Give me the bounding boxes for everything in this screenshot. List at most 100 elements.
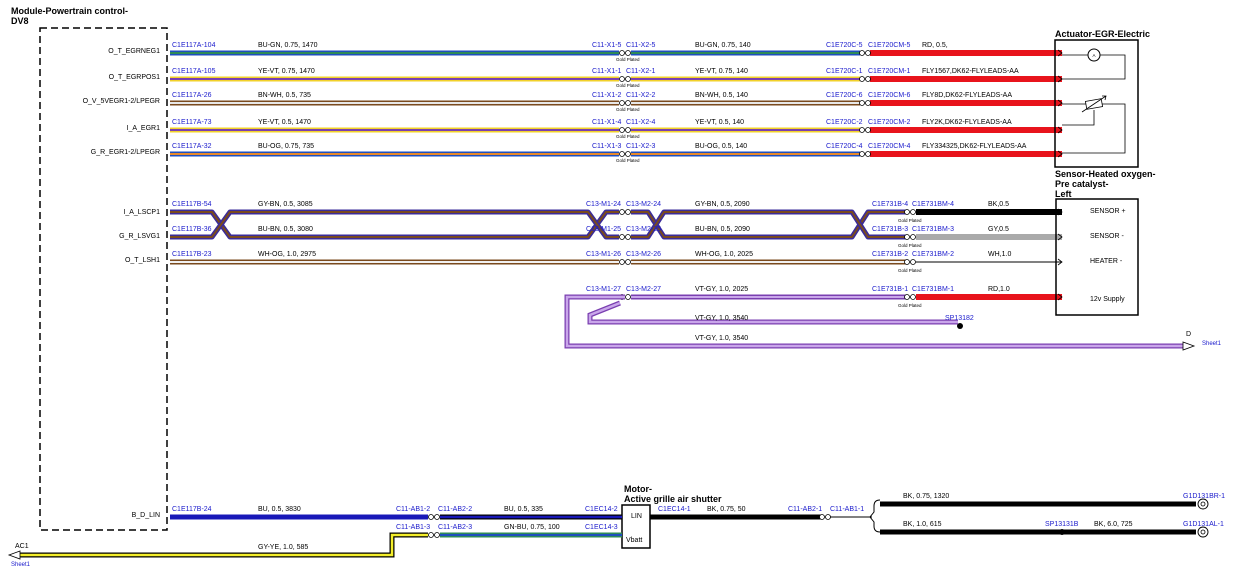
egr-circuit-row: C1E117A-105 YE-VT, 0.75, 1470 C11-X1-1 C11-… <box>170 68 1063 88</box>
egr-pcm-connector: C1E117A-73 <box>172 119 212 126</box>
connector-pin-icon <box>859 151 865 157</box>
egr-fly-lead-label: RD, 0.5, <box>922 42 948 49</box>
wiring-diagram: Module-Powertrain control- DV8 O_T_EGRNE… <box>7 6 1225 568</box>
egr-pcm-connector: C1E117A-26 <box>172 92 212 99</box>
o2-lead-label: GY,0.5 <box>988 226 1009 233</box>
connector-pin-icon <box>428 514 434 520</box>
egr-actuator-connector-a: C1E720C-1 <box>826 68 863 75</box>
o2-sensor-circuits: C1E117B-54 GY-BN, 0.5, 3085 C13-M1-24 C13-M… <box>170 201 1063 308</box>
egr-wire-label: YE-VT, 0.5, 1470 <box>258 119 311 126</box>
egr-wire-label-2: BU-OG, 0.5, 140 <box>695 143 747 150</box>
connector-pin-icon <box>625 76 631 82</box>
egr-pcm-connector: C1E117A-32 <box>172 143 212 150</box>
lin-inline-connector-b: C11-AB2-2 <box>438 506 472 513</box>
o2-pcm-connector: C1E117B-36 <box>172 226 212 233</box>
egr-wire-label-2: YE-VT, 0.75, 140 <box>695 68 748 75</box>
connector-pin-icon <box>825 514 831 520</box>
ground-splice-id: SP13131B <box>1045 521 1079 528</box>
connector-pin-icon <box>910 294 916 300</box>
connector-pin-icon <box>859 76 865 82</box>
ground-splice-icon <box>1059 529 1065 535</box>
vbatt-wire-label: GY-YE, 1.0, 585 <box>258 544 308 551</box>
o2-lead-label: BK,0.5 <box>988 201 1009 208</box>
egr-inline-connector-b: C11-X2-4 <box>626 119 656 126</box>
pcm-pin-label: O_T_LSH1 <box>125 257 160 264</box>
ground-branch-b-label: BK, 1.0, 615 <box>903 521 942 528</box>
lin-inline-connector-a: C11-AB1-2 <box>396 506 430 513</box>
connector-pin-icon <box>434 514 440 520</box>
egr-inline-connector-a: C11-X1-4 <box>592 119 622 126</box>
supply-branch: VT-GY, 1.0, 3540 SP13182 VT-GY, 1.0, 354… <box>564 294 1222 351</box>
o2-sensor-connector-b: C1E731BM-3 <box>912 226 954 233</box>
o2-sensor-pin: 12v Supply <box>1090 296 1125 303</box>
pcm-pin-label: B_D_LIN <box>132 512 160 519</box>
egr-plating-note: Gold Plated <box>616 158 640 163</box>
connector-pin-icon <box>904 259 910 265</box>
egr-pcm-connector: C1E117A-105 <box>172 68 216 75</box>
o2-sensor-title-line3: Left <box>1055 189 1072 199</box>
egr-circuit-row: C1E117A-104 BU-GN, 0.75, 1470 C11-X1-5 C11-… <box>170 42 1063 62</box>
sheet-ref-letter: D <box>1186 331 1191 338</box>
o2-wire-label-2: GY-BN, 0.5, 2090 <box>695 201 750 208</box>
o2-sensor-connector-a: C1E731B-1 <box>872 286 908 293</box>
connector-pin-icon <box>859 50 865 56</box>
egr-fly-lead-label: FLY334325,DK62-FLYLEADS-AA <box>922 143 1027 150</box>
egr-circuit-row: C1E117A-73 YE-VT, 0.5, 1470 C11-X1-4 C11-X2… <box>170 119 1063 139</box>
ground-branch-a-label: BK, 0.75, 1320 <box>903 493 949 500</box>
connector-pin-icon <box>859 100 865 106</box>
egr-plating-note: Gold Plated <box>616 83 640 88</box>
o2-sensor-pin: HEATER - <box>1090 258 1123 265</box>
motor-symbol-letter: A <box>1092 53 1095 58</box>
o2-sensor-connector-a: C1E731B-4 <box>872 201 908 208</box>
egr-inline-connector-b: C11-X2-2 <box>626 92 656 99</box>
o2-wire-label-2: VT-GY, 1.0, 2025 <box>695 286 748 293</box>
o2-wire-label: GY-BN, 0.5, 3085 <box>258 201 313 208</box>
egr-actuator-connector-b: C1E720CM-2 <box>868 119 911 126</box>
egr-inline-connector-b: C11-X2-1 <box>626 68 656 75</box>
splice-wire-label: VT-GY, 1.0, 3540 <box>695 315 748 322</box>
o2-sensor-connector-b: C1E731BM-4 <box>912 201 954 208</box>
vbatt-sheet-link[interactable]: Sheet1 <box>11 562 31 568</box>
ground-inline-connector-a: C11-AB2-1 <box>788 506 822 513</box>
o2-plating-note: Gold Plated <box>898 303 922 308</box>
vbatt-wire-outer <box>18 532 428 558</box>
connector-pin-icon <box>619 259 625 265</box>
connector-pin-icon <box>625 50 631 56</box>
pcm-pin-label: I_A_EGR1 <box>127 125 161 132</box>
o2-sensor-pin: SENSOR - <box>1090 233 1125 240</box>
egr-plating-note: Gold Plated <box>616 134 640 139</box>
pcm-pin-label: O_T_EGRNEG1 <box>108 48 160 55</box>
egr-plating-note: Gold Plated <box>616 57 640 62</box>
o2-twisted-wire-b-stripe <box>170 211 619 238</box>
o2-sensor-connector-a: C1E731B-3 <box>872 226 908 233</box>
egr-inline-connector-b: C11-X2-5 <box>626 42 656 49</box>
egr-inline-connector-a: C11-X1-3 <box>592 143 622 150</box>
o2-wire-label-2: WH-OG, 1.0, 2025 <box>695 251 753 258</box>
connector-pin-icon <box>865 127 871 133</box>
vbatt-motor-connector: C1EC14-3 <box>585 524 618 531</box>
connector-pin-icon <box>625 151 631 157</box>
egr-circuit-row: C1E117A-32 BU-OG, 0.75, 735 C11-X1-3 C11-X2… <box>170 143 1063 163</box>
egr-actuator-title: Actuator-EGR-Electric <box>1055 29 1150 39</box>
o2-inline-connector-a: C13-M1-25 <box>586 226 621 233</box>
connector-pin-icon <box>865 100 871 106</box>
o2-wire-label-2: BU-BN, 0.5, 2090 <box>695 226 750 233</box>
lin-pcm-connector: C1E117B-24 <box>172 506 212 513</box>
egr-actuator-connector-b: C1E720CM-6 <box>868 92 911 99</box>
egr-plating-note: Gold Plated <box>616 107 640 112</box>
connector-pin-icon <box>619 127 625 133</box>
connector-pin-icon <box>619 100 625 106</box>
connector-pin-icon <box>910 234 916 240</box>
egr-pcm-connector: C1E117A-104 <box>172 42 216 49</box>
o2-wire-label: BU-BN, 0.5, 3080 <box>258 226 313 233</box>
ground-circuit: C1EC14-1 BK, 0.75, 50 C11-AB2-1 C11-AB1-… <box>650 493 1225 538</box>
ground-point-inner-icon <box>1200 529 1206 535</box>
pcm-pin-label: O_V_5VEGR1-2/LPEGR <box>83 98 160 105</box>
ground-branch-b-label-2: BK, 6.0, 725 <box>1094 521 1133 528</box>
egr-wire-label: YE-VT, 0.75, 1470 <box>258 68 315 75</box>
sheet-ref-link[interactable]: Sheet1 <box>1202 341 1222 347</box>
ground-motor-connector: C1EC14-1 <box>658 506 691 513</box>
lin-wire-label: BU, 0.5, 3830 <box>258 506 301 513</box>
o2-inline-connector-b: C13-M2-25 <box>626 226 661 233</box>
egr-actuator-connector-a: C1E720C-6 <box>826 92 863 99</box>
